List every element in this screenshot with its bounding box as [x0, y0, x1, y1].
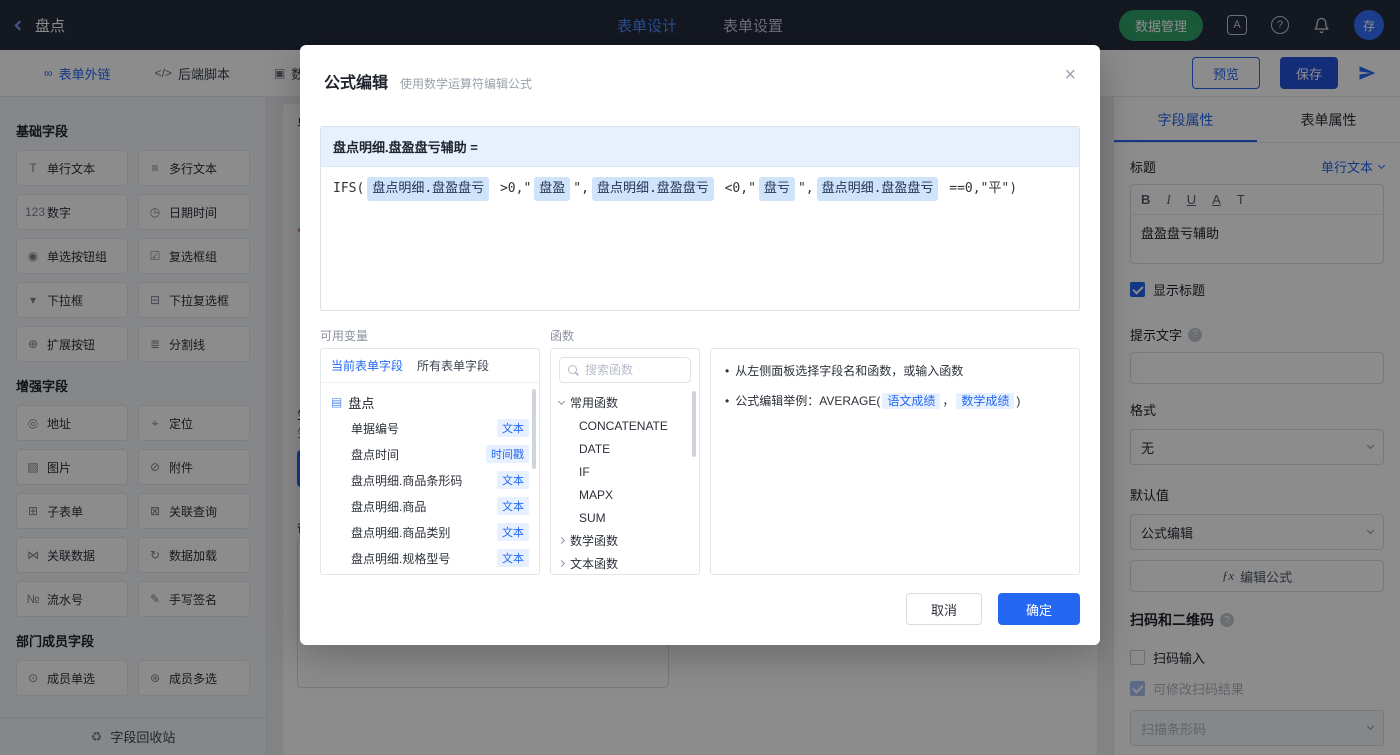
function-item[interactable]: MAPX — [559, 483, 691, 506]
chevron-right-icon — [558, 537, 565, 544]
variable-type-tag: 文本 — [497, 523, 529, 541]
variable-root-label: 盘点 — [348, 393, 374, 412]
variable-item[interactable]: 盘点明细.商品条形码 文本 — [331, 467, 529, 493]
help-tip: 公式编辑举例：AVERAGE(语文成绩，数学成绩) — [725, 391, 1065, 411]
confirm-button[interactable]: 确定 — [998, 593, 1080, 625]
formula-field-token[interactable]: 盘点明细.盘盈盘亏 — [592, 177, 714, 201]
help-text: 从左侧面板选择字段名和函数，或输入函数 — [735, 364, 963, 378]
variable-type-tag: 文本 — [497, 471, 529, 489]
chevron-right-icon — [558, 560, 565, 567]
tab-current-form-fields[interactable]: 当前表单字段 — [331, 357, 403, 374]
variable-root-row[interactable]: ▤ 盘点 — [331, 389, 529, 415]
function-group-row[interactable]: 文本函数 — [559, 552, 691, 575]
scrollbar[interactable] — [692, 391, 696, 457]
functions-panel: 常用函数 CONCATENATEDATEIFMAPXSUM 数学函数文本函数 — [550, 348, 700, 575]
function-item[interactable]: DATE — [559, 437, 691, 460]
formula-text: ==0,"平") — [941, 181, 1017, 196]
variables-panel-label: 可用变量 — [320, 327, 368, 344]
help-text: ， — [942, 394, 954, 408]
tab-all-form-fields[interactable]: 所有表单字段 — [417, 357, 489, 374]
formula-field-token[interactable]: 盘盈 — [534, 177, 570, 201]
app: 盘点 表单设计 表单设置 数据管理 A 存 ∞表单外链</>后端脚本▣数据权限 … — [0, 0, 1400, 755]
variable-name: 盘点明细.商品 — [351, 498, 426, 515]
function-item[interactable]: IF — [559, 460, 691, 483]
formula-field-token[interactable]: 盘点明细.盘盈盘亏 — [817, 177, 939, 201]
function-item[interactable]: CONCATENATE — [559, 414, 691, 437]
formula-input-area[interactable]: IFS(盘点明细.盘盈盘亏 >0,"盘盈",盘点明细.盘盈盘亏 <0,"盘亏",… — [321, 167, 1079, 211]
variable-name: 盘点明细.商品类别 — [351, 524, 450, 541]
bullet-icon — [725, 391, 729, 411]
function-group-label: 数学函数 — [570, 532, 618, 549]
variable-type-tag: 文本 — [497, 497, 529, 515]
chevron-down-icon — [558, 397, 565, 404]
formula-text: ", — [798, 181, 814, 196]
search-icon — [568, 365, 579, 376]
formula-field-token[interactable]: 盘点明细.盘盈盘亏 — [367, 177, 489, 201]
function-group-label: 常用函数 — [570, 394, 618, 411]
function-group-row[interactable]: 常用函数 — [559, 391, 691, 414]
variables-panel: 当前表单字段 所有表单字段 ▤盘点单据编号文本盘点时间时间戳盘点明细.商品条形码… — [320, 348, 540, 575]
formula-text: ", — [573, 181, 589, 196]
formula-text: <0," — [717, 181, 756, 196]
variable-type-tag: 文本 — [497, 419, 529, 437]
function-group-label: 文本函数 — [570, 555, 618, 572]
formula-text: IFS( — [333, 181, 364, 196]
formula-help-panel: 从左侧面板选择字段名和函数，或输入函数公式编辑举例：AVERAGE(语文成绩，数… — [710, 348, 1080, 575]
close-icon[interactable]: × — [1064, 65, 1076, 85]
function-search-input[interactable] — [585, 363, 682, 377]
variable-item[interactable]: 盘点明细.商品类别 文本 — [331, 519, 529, 545]
variable-item[interactable]: 盘点明细.商品 文本 — [331, 493, 529, 519]
example-field-token: 数学成绩 — [956, 393, 1014, 409]
variable-item[interactable]: 单据编号 文本 — [331, 415, 529, 441]
help-tip-text: 公式编辑举例：AVERAGE(语文成绩，数学成绩) — [735, 391, 1020, 411]
variable-name: 单据编号 — [351, 420, 399, 437]
formula-editor-box: 盘点明细.盘盈盘亏辅助 = IFS(盘点明细.盘盈盘亏 >0,"盘盈",盘点明细… — [320, 126, 1080, 311]
help-tip-text: 从左侧面板选择字段名和函数，或输入函数 — [735, 361, 963, 381]
variable-type-tag: 时间戳 — [486, 445, 529, 463]
form-icon: ▤ — [331, 395, 342, 409]
variable-name: 盘点明细.商品条形码 — [351, 472, 462, 489]
formula-field-token[interactable]: 盘亏 — [759, 177, 795, 201]
modal-subtitle: 使用数学运算符编辑公式 — [400, 75, 532, 92]
variable-item[interactable]: 盘点明细.规格型号 文本 — [331, 545, 529, 571]
help-tip: 从左侧面板选择字段名和函数，或输入函数 — [725, 361, 1065, 381]
function-search — [559, 357, 691, 383]
example-field-token: 语文成绩 — [882, 393, 940, 409]
help-text: 公式编辑举例：AVERAGE( — [735, 394, 880, 408]
help-text: ) — [1016, 394, 1020, 408]
bullet-icon — [725, 361, 729, 381]
variable-name: 盘点明细.规格型号 — [351, 550, 450, 567]
function-item[interactable]: SUM — [559, 506, 691, 529]
functions-panel-label: 函数 — [550, 327, 574, 344]
formula-edit-modal: 公式编辑 使用数学运算符编辑公式 × 盘点明细.盘盈盘亏辅助 = IFS(盘点明… — [300, 45, 1100, 645]
modal-title: 公式编辑 — [324, 69, 388, 93]
cancel-button[interactable]: 取消 — [906, 593, 982, 625]
formula-target: 盘点明细.盘盈盘亏辅助 = — [321, 127, 1079, 167]
scrollbar[interactable] — [532, 389, 536, 469]
variable-type-tag: 文本 — [497, 549, 529, 567]
variable-name: 盘点时间 — [351, 446, 399, 463]
variable-item[interactable]: 盘点时间 时间戳 — [331, 441, 529, 467]
function-group-row[interactable]: 数学函数 — [559, 529, 691, 552]
formula-text: >0," — [492, 181, 531, 196]
